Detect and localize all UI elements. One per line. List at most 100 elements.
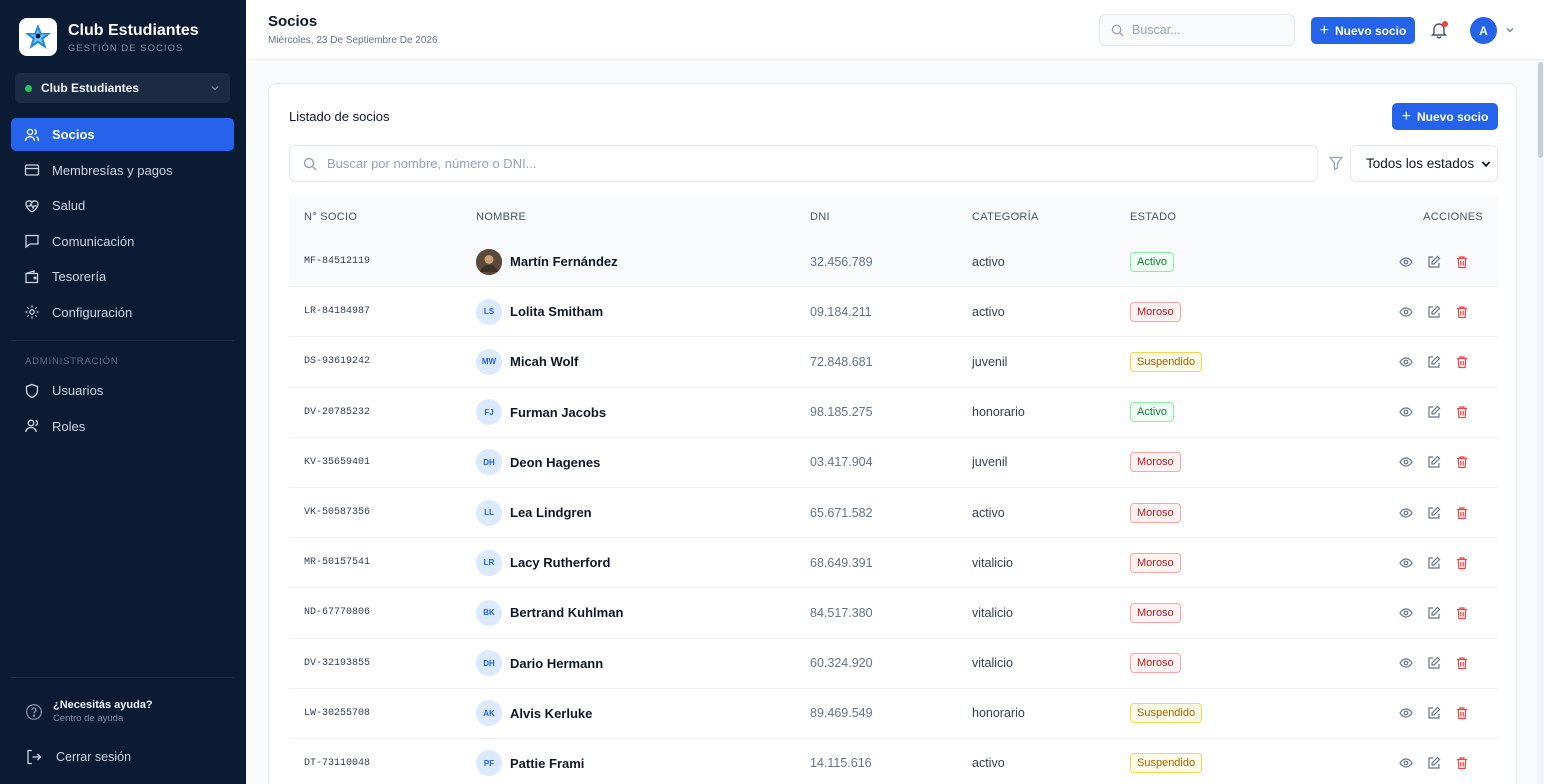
view-icon[interactable]: [1399, 255, 1413, 269]
edit-icon[interactable]: [1427, 355, 1441, 369]
page-scrollbar[interactable]: [1537, 60, 1544, 784]
edit-icon[interactable]: [1427, 656, 1441, 670]
new-member-button[interactable]: + Nuevo socio: [1392, 103, 1498, 130]
status-badge: Suspendido: [1130, 351, 1203, 372]
members-search[interactable]: [289, 145, 1318, 182]
sidebar-item-usuarios[interactable]: Usuarios: [11, 374, 234, 407]
sidebar-item-roles[interactable]: Roles: [11, 410, 234, 443]
sidebar-item-tesoreria[interactable]: Tesorería: [11, 260, 234, 293]
club-selector[interactable]: Club Estudiantes: [15, 73, 230, 103]
column-header: ESTADO: [1130, 211, 1177, 223]
table-row[interactable]: MR-50157541 LR Lacy Rutherford 68.649.39…: [289, 538, 1498, 589]
member-initials-avatar: DH: [476, 650, 502, 677]
sidebar-item-comunicacion[interactable]: Comunicación: [11, 225, 234, 258]
table-row[interactable]: LW-30255708 AK Alvis Kerluke 89.469.549 …: [289, 689, 1498, 739]
view-icon[interactable]: [1399, 656, 1413, 670]
trash-icon[interactable]: [1455, 756, 1469, 770]
brand-name: Club Estudiantes: [68, 21, 199, 39]
help-link[interactable]: ¿Necesitás ayuda? Centro de ayuda: [25, 699, 153, 724]
sidebar-item-membresias[interactable]: Membresías y pagos: [11, 154, 234, 187]
new-member-button[interactable]: + Nuevo socio: [1311, 17, 1415, 44]
trash-icon[interactable]: [1455, 706, 1469, 720]
member-name-cell: DH Dario Hermann: [476, 639, 603, 688]
help-subtitle: Centro de ayuda: [53, 713, 124, 724]
edit-icon[interactable]: [1427, 506, 1441, 520]
table-row[interactable]: DS-93619242 MW Micah Wolf 72.848.681 juv…: [289, 337, 1498, 388]
brand[interactable]: Club Estudiantes GESTIÓN DE SOCIOS: [19, 18, 199, 56]
member-name: Lacy Rutherford: [510, 555, 611, 571]
chevron-down-icon[interactable]: [1505, 25, 1515, 35]
sidebar: Club Estudiantes GESTIÓN DE SOCIOS Club …: [0, 0, 246, 784]
sidebar-item-socios[interactable]: Socios: [11, 118, 234, 151]
view-icon[interactable]: [1399, 756, 1413, 770]
sidebar-item-label: Membresías y pagos: [52, 162, 173, 178]
trash-icon[interactable]: [1455, 506, 1469, 520]
view-icon[interactable]: [1399, 305, 1413, 319]
table-row[interactable]: DV-32193855 DH Dario Hermann 60.324.920 …: [289, 639, 1498, 689]
table-row[interactable]: ND-67770806 BK Bertrand Kuhlman 84.517.3…: [289, 588, 1498, 639]
member-number: KV-35659401: [304, 456, 371, 468]
view-icon[interactable]: [1399, 506, 1413, 520]
status-badge: Activo: [1130, 402, 1174, 423]
view-icon[interactable]: [1399, 706, 1413, 720]
view-icon[interactable]: [1399, 355, 1413, 369]
trash-icon[interactable]: [1455, 656, 1469, 670]
member-category: activo: [972, 304, 1005, 319]
table-row[interactable]: DT-73110048 PF Pattie Frami 14.115.616 a…: [289, 739, 1498, 784]
table-row[interactable]: VK-50587356 LL Lea Lindgren 65.671.582 a…: [289, 488, 1498, 539]
member-dni: 84.517.380: [810, 605, 873, 620]
user-avatar[interactable]: A: [1470, 17, 1497, 44]
edit-icon[interactable]: [1427, 606, 1441, 620]
edit-icon[interactable]: [1427, 556, 1441, 570]
member-number: ND-67770806: [304, 607, 371, 619]
admin-section-title: ADMINISTRACIÓN: [25, 356, 119, 367]
trash-icon[interactable]: [1455, 255, 1469, 269]
view-icon[interactable]: [1399, 405, 1413, 419]
edit-icon[interactable]: [1427, 305, 1441, 319]
trash-icon[interactable]: [1455, 355, 1469, 369]
notifications-button[interactable]: [1429, 20, 1449, 40]
sidebar-item-salud[interactable]: Salud: [11, 189, 234, 222]
nav-divider: [11, 677, 234, 678]
member-dni: 72.848.681: [810, 354, 873, 369]
trash-icon[interactable]: [1455, 305, 1469, 319]
sidebar-item-label: Socios: [52, 127, 95, 142]
member-number: VK-50587356: [304, 507, 371, 519]
row-actions: [1399, 689, 1469, 738]
table-row[interactable]: KV-35659401 DH Deon Hagenes 03.417.904 j…: [289, 438, 1498, 488]
card-title: Listado de socios: [289, 109, 390, 124]
trash-icon[interactable]: [1455, 405, 1469, 419]
global-search[interactable]: [1099, 14, 1295, 46]
search-icon: [1111, 24, 1124, 37]
row-actions: [1399, 287, 1469, 336]
status-filter-select[interactable]: Todos los estados: [1350, 145, 1498, 182]
trash-icon[interactable]: [1455, 455, 1469, 469]
member-name: Micah Wolf: [510, 354, 579, 370]
view-icon[interactable]: [1399, 606, 1413, 620]
member-name: Dario Hermann: [510, 655, 604, 671]
trash-icon[interactable]: [1455, 606, 1469, 620]
view-icon[interactable]: [1399, 455, 1413, 469]
table-row[interactable]: LR-84184987 LS Lolita Smitham 09.184.211…: [289, 287, 1498, 338]
table-row[interactable]: DV-20785232 FJ Furman Jacobs 98.185.275 …: [289, 388, 1498, 438]
edit-icon[interactable]: [1427, 706, 1441, 720]
member-category: activo: [972, 505, 1005, 520]
edit-icon[interactable]: [1427, 405, 1441, 419]
member-photo-avatar: [476, 248, 502, 275]
edit-icon[interactable]: [1427, 756, 1441, 770]
sidebar-item-configuracion[interactable]: Configuración: [11, 296, 234, 329]
member-name: Deon Hagenes: [510, 454, 601, 470]
edit-icon[interactable]: [1427, 455, 1441, 469]
edit-icon[interactable]: [1427, 255, 1441, 269]
member-category: vitalicio: [972, 656, 1013, 671]
members-search-input[interactable]: [327, 156, 1227, 171]
member-name-cell: MW Micah Wolf: [476, 337, 578, 386]
logout-button[interactable]: Cerrar sesión: [25, 748, 131, 766]
table-row[interactable]: MF-84512119 Martín Fernández 32.456.789 …: [289, 237, 1498, 288]
new-member-label: Nuevo socio: [1334, 23, 1407, 38]
status-cell: Activo: [1130, 388, 1174, 437]
global-search-input[interactable]: [1132, 23, 1282, 37]
view-icon[interactable]: [1399, 556, 1413, 570]
trash-icon[interactable]: [1455, 556, 1469, 570]
scrollbar-thumb[interactable]: [1538, 62, 1543, 158]
